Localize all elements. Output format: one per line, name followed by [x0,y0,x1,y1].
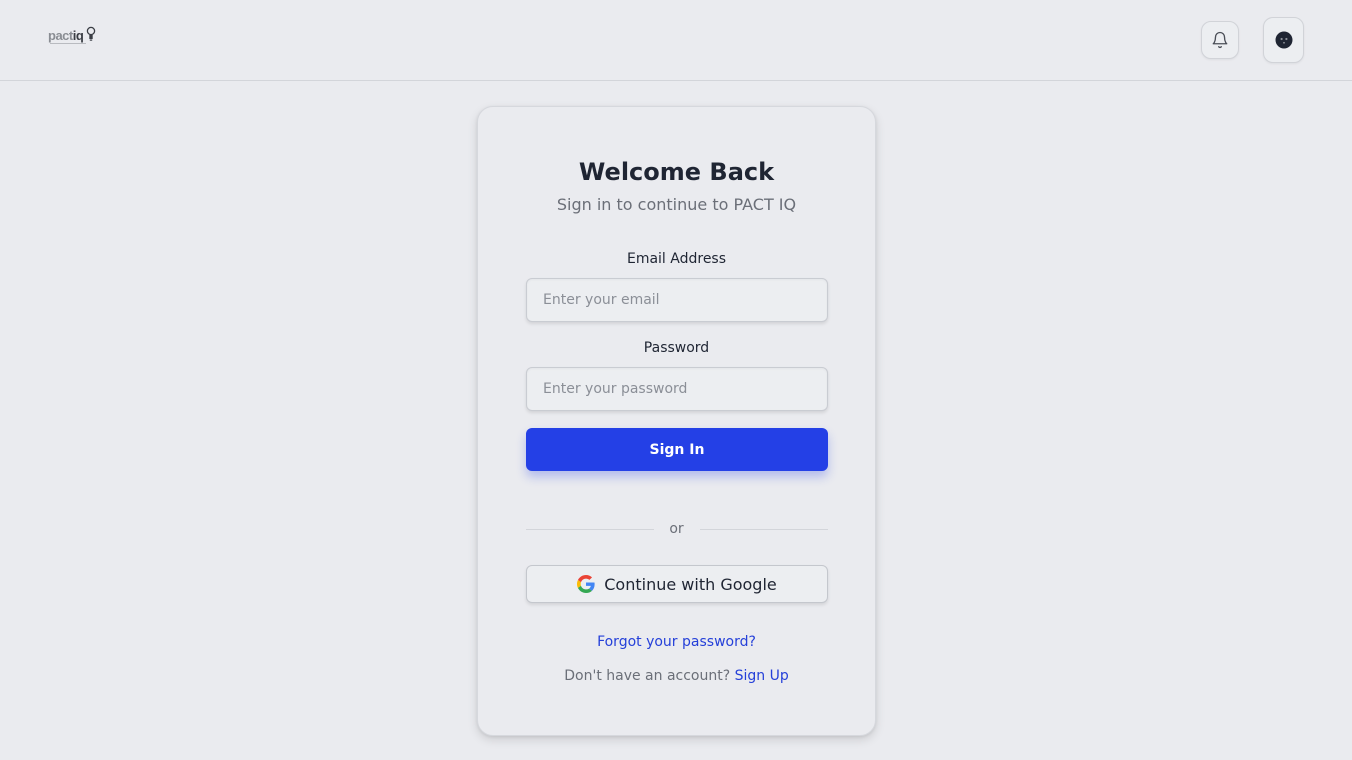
email-label: Email Address [626,251,727,267]
google-logo-icon [577,575,595,593]
forgot-password-link[interactable]: Forgot your password? [478,634,875,650]
divider-or: or [669,521,684,537]
notifications-button[interactable] [1201,21,1239,59]
sign-in-button[interactable]: Sign In [526,428,828,471]
logo-tagline [50,43,86,44]
page-title: Welcome Back [578,158,775,186]
sign-up-link[interactable]: Sign Up [735,668,789,684]
login-card: Welcome Back Sign in to continue to PACT… [477,106,876,736]
user-menu-button[interactable] [1263,17,1304,63]
password-label: Password [643,340,710,356]
page-subtitle: Sign in to continue to PACT IQ [556,195,797,214]
user-avatar-icon [1275,31,1292,49]
password-field[interactable] [526,367,828,411]
google-button-label: Continue with Google [604,574,777,594]
bell-icon [1212,31,1228,49]
email-field[interactable] [526,278,828,322]
logo-wordmark: pactiq [48,28,84,43]
top-bar: pactiq [0,0,1352,81]
continue-with-google-button[interactable]: Continue with Google [526,565,828,603]
signup-row: Don't have an account? Sign Up [478,668,875,684]
pact-iq-logo[interactable]: pactiq [48,26,98,48]
signup-prompt: Don't have an account? [564,668,731,684]
lightbulb-icon [86,26,96,41]
